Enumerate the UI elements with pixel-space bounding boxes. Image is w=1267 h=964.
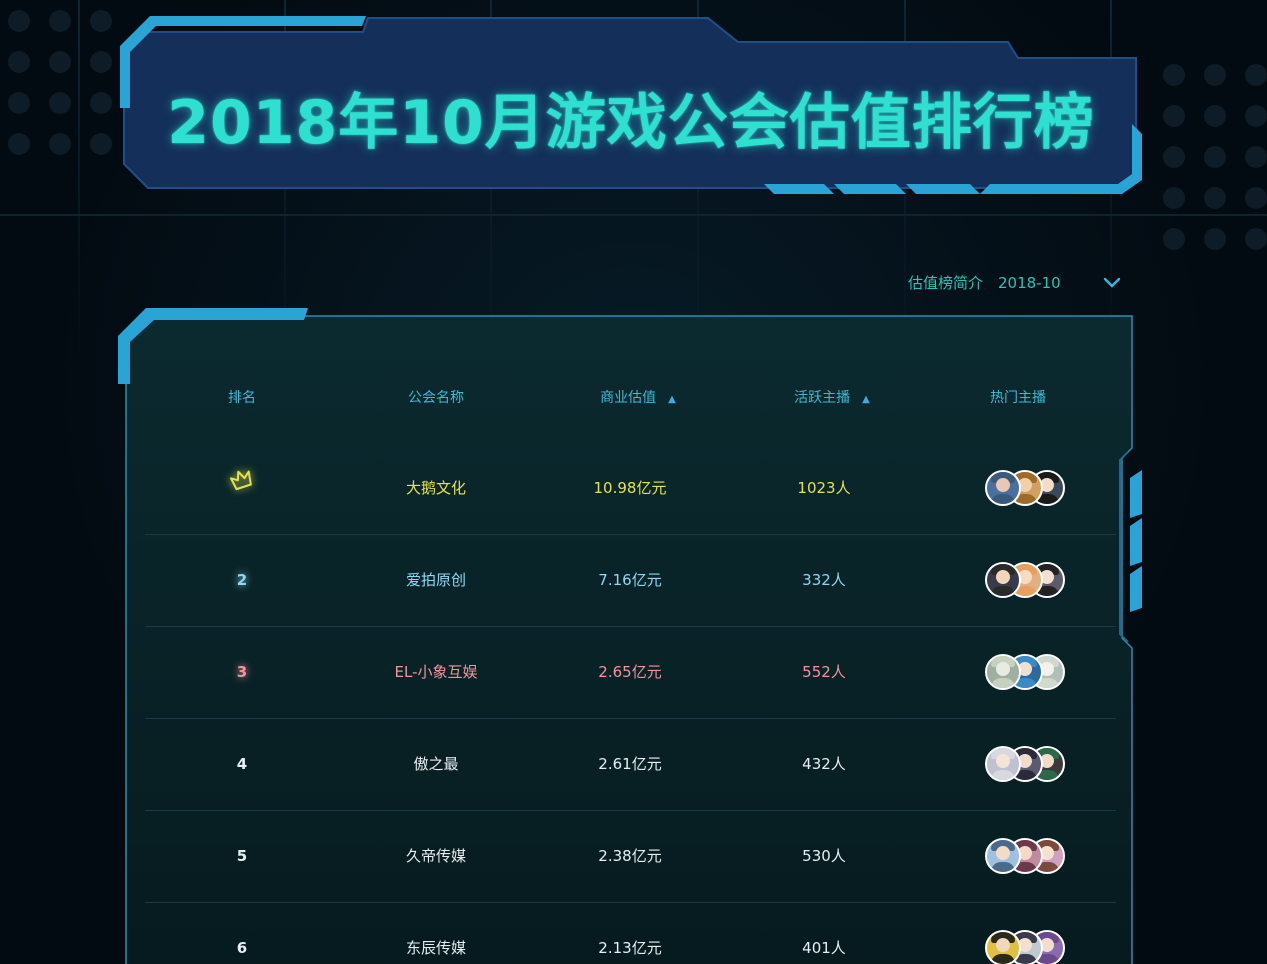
avatar[interactable] bbox=[985, 838, 1021, 874]
valuation-intro-link[interactable]: 估值榜简介 bbox=[908, 272, 983, 293]
crown-icon bbox=[229, 470, 252, 490]
bg-gridline bbox=[0, 214, 1267, 216]
period-selector[interactable]: 2018-10 bbox=[998, 274, 1061, 292]
column-header-active-label: 活跃主播 bbox=[794, 390, 851, 406]
avatar[interactable] bbox=[985, 654, 1021, 690]
active-streamers: 332人 bbox=[802, 571, 846, 589]
table-row[interactable]: 2 爱拍原创 7.16亿元 332人 bbox=[145, 534, 1116, 627]
rank-number: 3 bbox=[236, 663, 248, 681]
sort-ascending-icon[interactable]: ▲ bbox=[668, 388, 676, 412]
avatar[interactable] bbox=[985, 930, 1021, 964]
guild-name[interactable]: 爱拍原创 bbox=[376, 534, 496, 626]
rank-number: 4 bbox=[236, 755, 248, 773]
guild-valuation: 2.38亿元 bbox=[598, 847, 662, 865]
active-streamers: 552人 bbox=[802, 663, 846, 681]
guild-name[interactable]: 久帝传媒 bbox=[376, 810, 496, 902]
page-title: 2018年10月游戏公会估值排行榜 bbox=[167, 88, 1095, 158]
column-header-rank: 排名 bbox=[228, 390, 256, 406]
active-streamers: 530人 bbox=[802, 847, 846, 865]
guild-name[interactable]: EL-小象互娱 bbox=[376, 626, 496, 718]
active-streamers: 1023人 bbox=[797, 479, 851, 497]
side-tab-strip bbox=[1119, 452, 1142, 642]
guild-name[interactable]: 东辰传媒 bbox=[376, 902, 496, 964]
sort-ascending-icon[interactable]: ▲ bbox=[862, 388, 870, 412]
hot-streamer-avatars bbox=[985, 838, 1075, 874]
rank-number: 5 bbox=[236, 847, 248, 865]
avatar[interactable] bbox=[985, 746, 1021, 782]
rank-number: 2 bbox=[236, 571, 248, 589]
hot-streamer-avatars bbox=[985, 562, 1075, 598]
guild-valuation: 10.98亿元 bbox=[593, 479, 667, 497]
table-row[interactable]: 大鹅文化 10.98亿元 1023人 bbox=[145, 442, 1116, 535]
hot-streamer-avatars bbox=[985, 654, 1075, 690]
guild-valuation: 2.13亿元 bbox=[598, 939, 662, 957]
active-streamers: 432人 bbox=[802, 755, 846, 773]
hot-streamer-avatars bbox=[985, 470, 1075, 506]
guild-name[interactable]: 大鹅文化 bbox=[376, 442, 496, 534]
table-row[interactable]: 3 EL-小象互娱 2.65亿元 552人 bbox=[145, 626, 1116, 719]
chevron-down-icon[interactable] bbox=[1103, 276, 1121, 290]
rank-cell bbox=[182, 442, 302, 534]
column-header-name: 公会名称 bbox=[408, 390, 464, 406]
table-row[interactable]: 4 傲之最 2.61亿元 432人 bbox=[145, 718, 1116, 811]
column-header-valuation-label: 商业估值 bbox=[600, 390, 657, 406]
active-streamers: 401人 bbox=[802, 939, 846, 957]
side-tab[interactable] bbox=[1130, 518, 1142, 566]
column-header-valuation[interactable]: 商业估值 ▲ bbox=[578, 386, 698, 410]
hot-streamer-avatars bbox=[985, 746, 1075, 782]
table-row[interactable]: 6 东辰传媒 2.13亿元 401人 bbox=[145, 902, 1116, 964]
avatar[interactable] bbox=[985, 470, 1021, 506]
bg-dot-matrix-left bbox=[8, 10, 112, 155]
side-tab[interactable] bbox=[1130, 566, 1142, 612]
side-tab[interactable] bbox=[1130, 470, 1142, 518]
page: 2018年10月游戏公会估值排行榜 估值榜简介 2018-10 排名 公会名称 bbox=[0, 0, 1267, 964]
guild-valuation: 7.16亿元 bbox=[598, 571, 662, 589]
column-header-hot: 热门主播 bbox=[990, 390, 1046, 406]
guild-valuation: 2.61亿元 bbox=[598, 755, 662, 773]
bg-dot-matrix-right bbox=[1163, 64, 1267, 250]
guild-valuation: 2.65亿元 bbox=[598, 663, 662, 681]
title-banner: 2018年10月游戏公会估值排行榜 bbox=[118, 12, 1144, 196]
rank-number: 6 bbox=[236, 939, 248, 957]
guild-name[interactable]: 傲之最 bbox=[376, 718, 496, 810]
hot-streamer-avatars bbox=[985, 930, 1075, 964]
avatar[interactable] bbox=[985, 562, 1021, 598]
column-header-active[interactable]: 活跃主播 ▲ bbox=[772, 386, 892, 410]
table-row[interactable]: 5 久帝传媒 2.38亿元 530人 bbox=[145, 810, 1116, 903]
